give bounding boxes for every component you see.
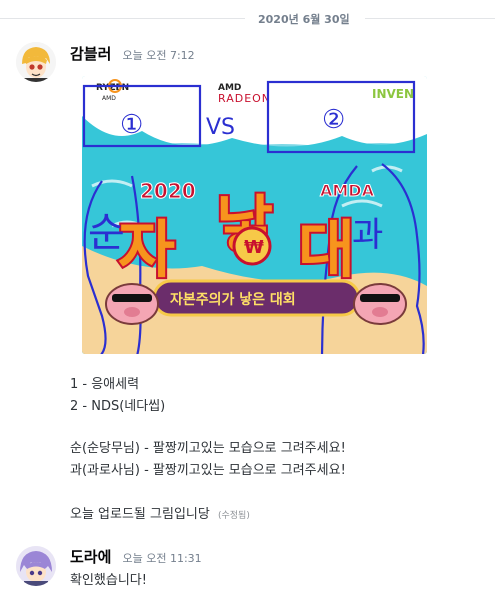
username[interactable]: 도라에 [70, 548, 111, 566]
message-text-line: 과(과로사님) - 팔짱끼고있는 모습으로 그려주세요! [70, 463, 346, 478]
message-text: 오늘 업로드될 그림입니당 [70, 507, 210, 522]
annotation-number-1: ① [120, 110, 143, 140]
poster-year: 2020 [140, 179, 196, 203]
message-text-line: 2 - NDS(네다씹) [70, 399, 166, 414]
annotation-handwrite-left: 순 [88, 210, 125, 256]
divider-line-left [0, 18, 245, 19]
poster-brand: AMDA [320, 181, 375, 200]
username[interactable]: 감블러 [70, 45, 111, 63]
message-header: 감블러 오늘 오전 7:12 [70, 43, 195, 64]
edited-label: (수정됨) [217, 511, 250, 521]
date-divider: 2020년 6월 30일 [0, 8, 495, 28]
svg-text:AMD: AMD [102, 95, 116, 102]
tournament-poster-image: RYZEN AMD AMD RADEON INVEN ① ② VS 2020 A… [82, 76, 427, 354]
svg-text:RADEON: RADEON [218, 92, 271, 105]
date-divider-text: 2020년 6월 30일 [258, 13, 350, 26]
message-header: 도라에 오늘 오전 11:31 [70, 546, 202, 567]
annotation-vs: VS [206, 115, 235, 140]
timestamp: 오늘 오전 7:12 [122, 49, 195, 62]
svg-text:대: 대 [298, 213, 355, 286]
pig-mascot-left-icon [105, 283, 159, 325]
message-text-line: 1 - 응애세력 [70, 377, 140, 392]
timestamp: 오늘 오전 11:31 [122, 552, 202, 565]
pig-mascot-right-icon [353, 283, 407, 325]
avatar-icon [16, 42, 56, 82]
divider-line-right [365, 18, 495, 19]
message-text-line: 오늘 업로드될 그림입니당 (수정됨) [70, 503, 250, 522]
avatar-icon [16, 546, 56, 586]
avatar[interactable] [16, 42, 56, 82]
sponsor-inven-logo: INVEN [372, 87, 414, 101]
annotation-handwrite-right: 과 [352, 215, 383, 255]
svg-text:자: 자 [118, 213, 175, 286]
annotation-number-2: ② [322, 105, 345, 135]
avatar[interactable] [16, 546, 56, 586]
image-attachment[interactable]: RYZEN AMD AMD RADEON INVEN ① ② VS 2020 A… [82, 76, 427, 354]
message-text-line: 확인했습니다! [70, 573, 147, 588]
message-text-line: 순(순당무님) - 팔짱끼고있는 모습으로 그려주세요! [70, 441, 346, 456]
svg-text:₩: ₩ [244, 237, 264, 258]
poster-subtitle: 자본주의가 낳은 대회 [170, 291, 296, 308]
